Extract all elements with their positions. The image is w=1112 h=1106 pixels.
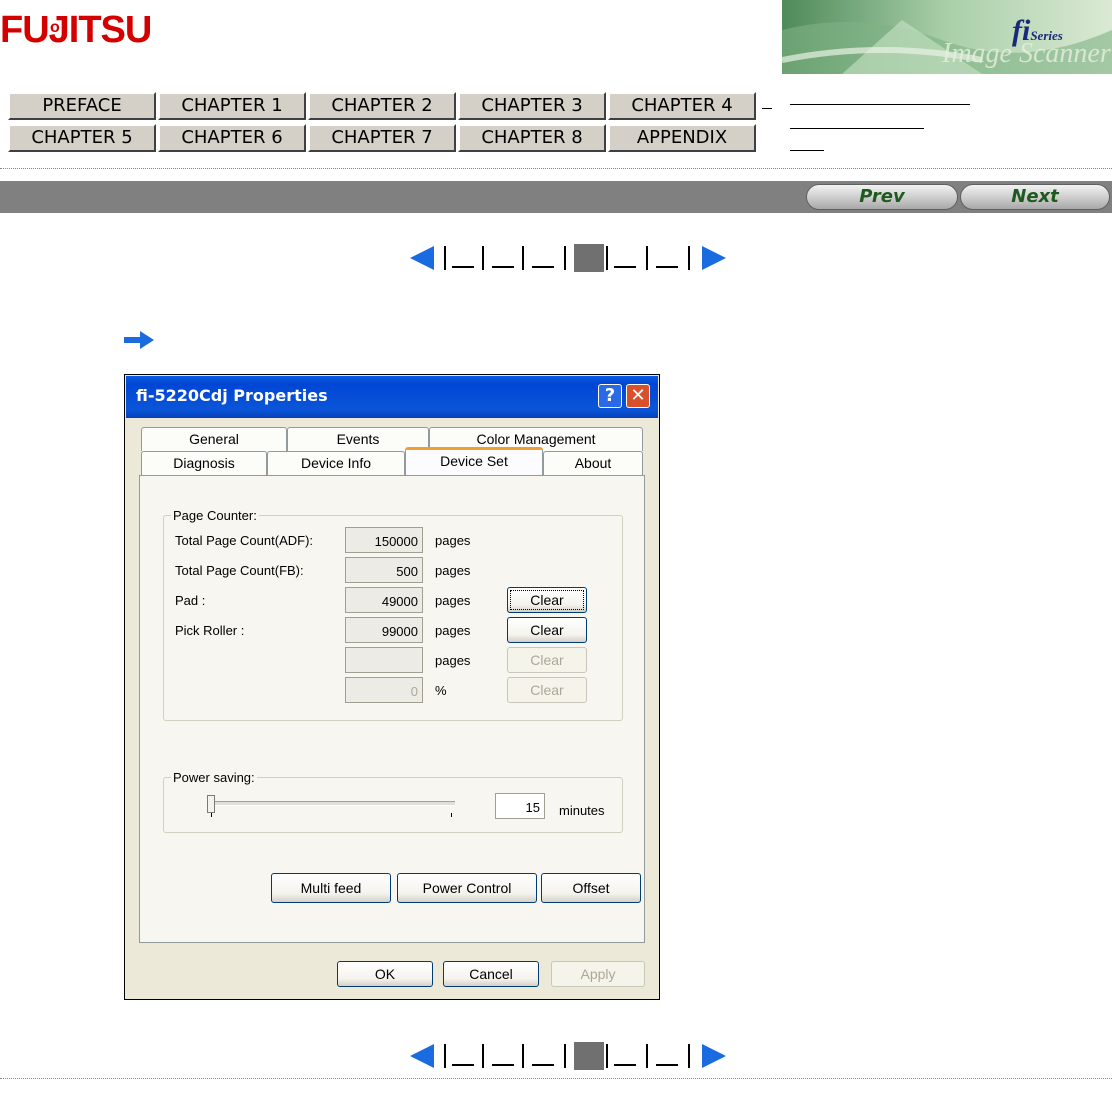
next-page-icon[interactable] — [702, 1044, 726, 1068]
counter-value-field: 150000 — [345, 527, 423, 553]
counter-unit-label: % — [435, 683, 447, 698]
help-button[interactable]: ? — [598, 384, 622, 408]
current-page-marker — [574, 1042, 604, 1070]
tab-device-info[interactable]: Device Info — [267, 451, 405, 475]
ok-button[interactable]: OK — [337, 961, 433, 987]
page-nav-top — [410, 244, 730, 272]
nav-link-line[interactable] — [790, 150, 824, 151]
page-link[interactable] — [452, 266, 474, 268]
page-link[interactable] — [656, 266, 678, 268]
page-link[interactable] — [492, 266, 514, 268]
clear-button[interactable]: Clear — [507, 617, 587, 643]
counter-unit-label: pages — [435, 653, 471, 668]
page-counter-legend: Page Counter: — [171, 508, 259, 523]
next-page-icon[interactable] — [702, 246, 726, 270]
offset-button[interactable]: Offset — [541, 873, 641, 903]
page-link[interactable] — [532, 266, 554, 268]
counter-row-label: Pad : — [175, 593, 206, 608]
page-link[interactable] — [452, 1064, 474, 1066]
counter-value-field — [345, 647, 423, 673]
counter-value-field: 500 — [345, 557, 423, 583]
page-toolbar: Prev Next — [0, 181, 1112, 213]
page-link[interactable] — [532, 1064, 554, 1066]
current-page-marker — [574, 244, 604, 272]
chapter-link-chapter-7[interactable]: CHAPTER 7 — [308, 124, 456, 152]
tab-device-set[interactable]: Device Set — [405, 447, 543, 475]
divider — [0, 168, 1112, 169]
chapter-link-chapter-2[interactable]: CHAPTER 2 — [308, 92, 456, 120]
page-link[interactable] — [656, 1064, 678, 1066]
nav-link-line[interactable] — [790, 128, 924, 129]
apply-button[interactable]: Apply — [551, 961, 645, 987]
banner-script-text: Image Scanner — [942, 38, 1111, 69]
close-button[interactable]: ✕ — [626, 384, 650, 408]
tab-about[interactable]: About — [543, 451, 643, 475]
chapter-link-chapter-5[interactable]: CHAPTER 5 — [8, 124, 156, 152]
power-saving-slider-track[interactable] — [211, 801, 455, 806]
logo-text: FUJITSU — [0, 9, 152, 51]
clear-button[interactable]: Clear — [507, 647, 587, 673]
page-link[interactable] — [614, 1064, 636, 1066]
nav-connector — [762, 108, 772, 109]
nav-link-line[interactable] — [790, 104, 970, 105]
clear-button[interactable]: Clear — [507, 677, 587, 703]
counter-value-field: 0 — [345, 677, 423, 703]
clear-button[interactable]: Clear — [507, 587, 587, 613]
prev-page-icon[interactable] — [410, 246, 434, 270]
fujitsu-logo: FUJITSU o — [0, 8, 152, 52]
page-link[interactable] — [614, 266, 636, 268]
dialog-titlebar[interactable]: fi-5220Cdj Properties ? ✕ — [126, 376, 658, 418]
power-saving-slider-thumb[interactable] — [207, 795, 215, 813]
chapter-link-chapter-6[interactable]: CHAPTER 6 — [158, 124, 306, 152]
counter-value-field: 99000 — [345, 617, 423, 643]
cancel-button[interactable]: Cancel — [443, 961, 539, 987]
multi-feed-button[interactable]: Multi feed — [271, 873, 391, 903]
page-nav-bottom — [410, 1042, 730, 1070]
counter-unit-label: pages — [435, 563, 471, 578]
counter-unit-label: pages — [435, 593, 471, 608]
chapter-link-chapter-4[interactable]: CHAPTER 4 — [608, 92, 756, 120]
chapter-link-chapter-1[interactable]: CHAPTER 1 — [158, 92, 306, 120]
right-arrow-icon — [124, 331, 154, 349]
chapter-link-preface[interactable]: PREFACE — [8, 92, 156, 120]
power-saving-legend: Power saving: — [171, 770, 257, 785]
counter-row-label: Total Page Count(ADF): — [175, 533, 314, 548]
power-saving-field[interactable]: 15 — [495, 793, 545, 819]
page-link[interactable] — [492, 1064, 514, 1066]
power-control-button[interactable]: Power Control — [397, 873, 537, 903]
tab-general[interactable]: General — [141, 427, 287, 451]
counter-row-label: Pick Roller : — [175, 623, 245, 638]
counter-unit-label: pages — [435, 623, 471, 638]
dialog-title: fi-5220Cdj Properties — [136, 386, 328, 405]
counter-unit-label: pages — [435, 533, 471, 548]
minutes-label: minutes — [559, 803, 605, 818]
logo-dot: o — [50, 19, 60, 36]
series-banner: fiSeries Image Scanner — [782, 0, 1112, 74]
chapter-link-appendix[interactable]: APPENDIX — [608, 124, 756, 152]
properties-dialog: fi-5220Cdj Properties ? ✕ General Events… — [124, 374, 660, 1000]
chapter-link-chapter-3[interactable]: CHAPTER 3 — [458, 92, 606, 120]
prev-page-icon[interactable] — [410, 1044, 434, 1068]
tab-diagnosis[interactable]: Diagnosis — [141, 451, 267, 475]
chapter-link-chapter-8[interactable]: CHAPTER 8 — [458, 124, 606, 152]
next-button[interactable]: Next — [960, 184, 1110, 210]
counter-row-label: Total Page Count(FB): — [175, 563, 304, 578]
counter-value-field: 49000 — [345, 587, 423, 613]
prev-button[interactable]: Prev — [806, 184, 958, 210]
divider — [0, 1078, 1112, 1079]
